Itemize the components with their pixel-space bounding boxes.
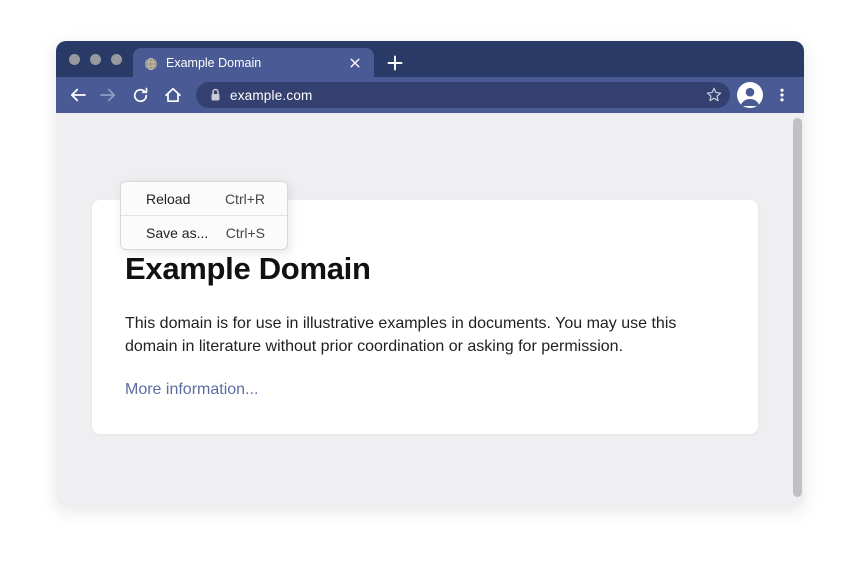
browser-menu-button[interactable] [770, 83, 794, 107]
window-controls [69, 54, 122, 65]
page-paragraph: This domain is for use in illustrative e… [125, 312, 725, 358]
home-button[interactable] [161, 83, 185, 107]
menu-item-save-as[interactable]: Save as... Ctrl+S [121, 216, 287, 249]
reload-button[interactable] [128, 83, 152, 107]
reload-icon [132, 87, 149, 104]
context-menu: Reload Ctrl+R Save as... Ctrl+S [120, 181, 288, 250]
new-tab-button[interactable] [386, 54, 403, 71]
menu-item-label: Reload [146, 191, 190, 207]
forward-arrow-icon [99, 86, 117, 104]
profile-avatar-icon [737, 82, 763, 108]
page-viewport: Example Domain This domain is for use in… [56, 113, 804, 507]
url-text: example.com [230, 88, 312, 103]
back-arrow-icon [69, 86, 87, 104]
browser-tab[interactable]: Example Domain [133, 48, 374, 77]
address-bar[interactable]: example.com [196, 82, 730, 108]
page-heading: Example Domain [125, 251, 758, 287]
window-close-icon[interactable] [69, 54, 80, 65]
plus-icon [387, 55, 403, 71]
menu-item-shortcut: Ctrl+S [226, 225, 265, 241]
home-icon [164, 86, 182, 104]
window-minimize-icon[interactable] [90, 54, 101, 65]
menu-item-label: Save as... [146, 225, 208, 241]
lock-icon [210, 88, 221, 102]
menu-item-shortcut: Ctrl+R [225, 191, 265, 207]
scrollbar-thumb[interactable] [793, 118, 802, 497]
forward-button[interactable] [96, 83, 120, 107]
tab-title: Example Domain [166, 56, 261, 70]
bookmark-button[interactable] [704, 85, 724, 105]
back-button[interactable] [66, 83, 90, 107]
profile-button[interactable] [737, 82, 763, 108]
tab-close-icon[interactable] [348, 56, 362, 70]
browser-toolbar: example.com [56, 77, 804, 113]
globe-favicon-icon [145, 57, 157, 69]
browser-window: Example Domain [56, 41, 804, 507]
window-titlebar: Example Domain [56, 41, 804, 77]
menu-item-reload[interactable]: Reload Ctrl+R [121, 182, 287, 215]
more-information-link[interactable]: More information... [125, 381, 258, 399]
window-zoom-icon[interactable] [111, 54, 122, 65]
scrollbar[interactable] [791, 113, 804, 507]
star-icon [705, 86, 723, 104]
kebab-menu-icon [773, 86, 791, 104]
